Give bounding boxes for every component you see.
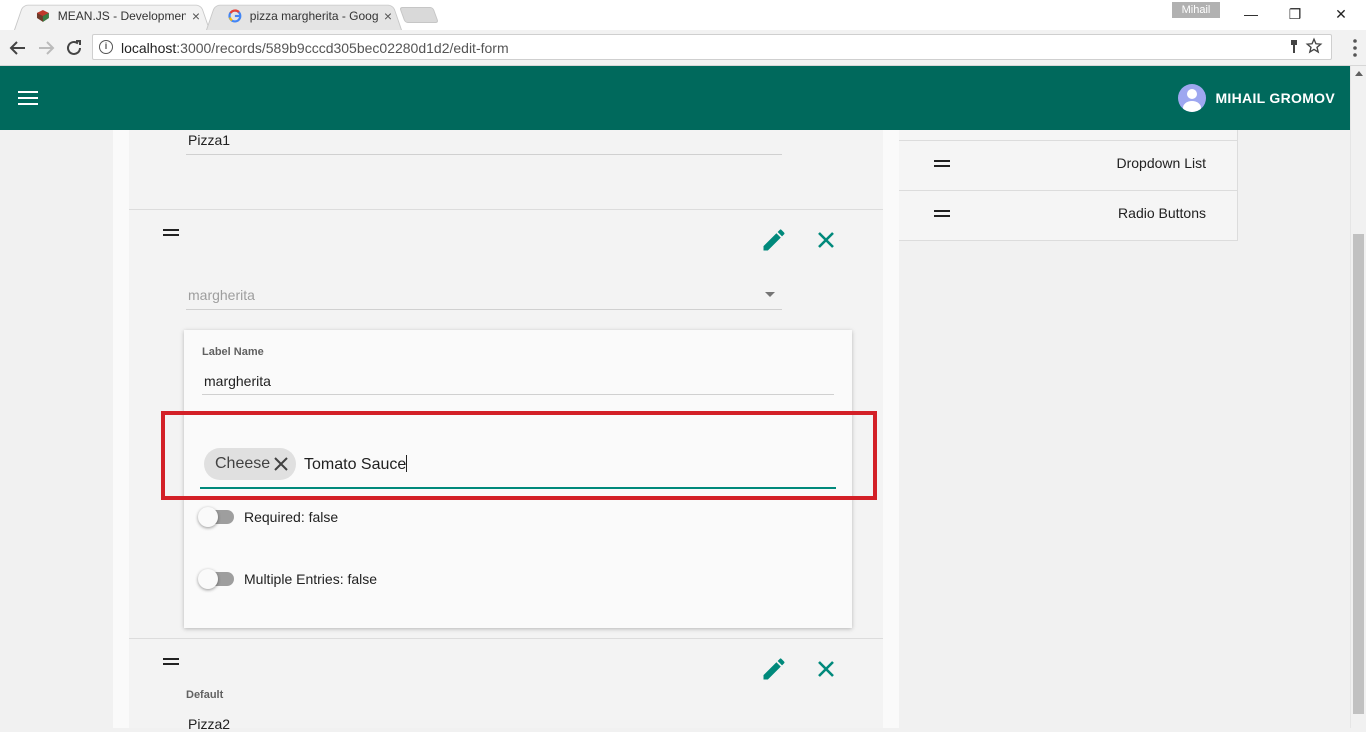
toggle-track[interactable] <box>198 507 234 527</box>
app-toolbar: MIHAIL GROMOV <box>0 66 1350 130</box>
meanjs-favicon-icon <box>36 10 49 22</box>
tab-title: pizza margherita - Googl <box>249 9 378 23</box>
select-underline <box>186 309 782 310</box>
field-divider <box>129 638 883 639</box>
browser-menu-icon[interactable] <box>1352 38 1358 58</box>
drag-handle-icon[interactable] <box>163 658 179 668</box>
key-icon[interactable] <box>1289 39 1299 55</box>
new-tab-button[interactable] <box>399 7 439 23</box>
delete-close-icon[interactable] <box>812 655 840 683</box>
field-select[interactable]: margherita <box>188 287 255 303</box>
tab-title: MEAN.JS - Development <box>57 9 186 23</box>
field-pizza1-value[interactable]: Pizza1 <box>188 132 230 148</box>
scrollbar-thumb[interactable] <box>1353 234 1364 714</box>
drag-handle-icon[interactable] <box>934 160 950 170</box>
reload-icon[interactable] <box>62 36 86 60</box>
field-underline <box>186 154 782 155</box>
multiple-entries-toggle[interactable]: Multiple Entries: false <box>198 569 378 589</box>
menu-icon[interactable] <box>18 91 38 109</box>
bookmark-star-icon[interactable] <box>1305 37 1323 55</box>
url-text[interactable]: localhost:3000/records/589b9cccd305bec02… <box>121 40 509 56</box>
label-name-caption: Label Name <box>202 346 264 358</box>
annotation-highlight-box <box>161 411 877 500</box>
default-caption: Default <box>186 689 224 701</box>
drag-handle-icon[interactable] <box>163 229 179 239</box>
tab-close-icon[interactable]: × <box>384 8 392 24</box>
restore-icon[interactable]: ❐ <box>1272 2 1318 26</box>
palette-border <box>1237 130 1238 241</box>
address-bar[interactable]: i localhost:3000/records/589b9cccd305bec… <box>92 34 1332 60</box>
dropdown-arrow-icon[interactable] <box>765 292 775 297</box>
forward-arrow-icon[interactable] <box>34 36 58 60</box>
palette-item-radio-buttons[interactable]: Radio Buttons <box>899 190 1237 240</box>
tab-close-icon[interactable]: × <box>192 8 200 24</box>
drag-handle-icon[interactable] <box>934 210 950 220</box>
site-info-icon[interactable]: i <box>99 40 113 54</box>
toggle-knob[interactable] <box>198 507 218 527</box>
palette-divider <box>899 240 1237 241</box>
toggle-knob[interactable] <box>198 569 218 589</box>
required-label: Required: false <box>244 509 339 525</box>
default-value-input[interactable]: Pizza2 <box>188 716 230 732</box>
minimize-icon[interactable]: — <box>1228 2 1274 26</box>
google-favicon-icon <box>228 9 242 23</box>
toggle-track[interactable] <box>198 569 234 589</box>
browser-tabstrip: MEAN.JS - Development × pizza margherita… <box>0 0 1366 30</box>
user-menu[interactable]: MIHAIL GROMOV <box>1178 84 1335 112</box>
edit-pencil-icon[interactable] <box>760 655 788 683</box>
field-divider <box>129 209 883 210</box>
required-toggle[interactable]: Required: false <box>198 507 339 527</box>
user-name: MIHAIL GROMOV <box>1215 90 1335 106</box>
avatar <box>1178 84 1207 112</box>
window-close-icon[interactable]: ✕ <box>1318 2 1364 26</box>
delete-close-icon[interactable] <box>812 226 840 254</box>
back-arrow-icon[interactable] <box>6 36 30 60</box>
palette-item-label: Radio Buttons <box>1118 205 1206 221</box>
profile-button[interactable]: Mihail <box>1172 2 1220 18</box>
browser-tab-active[interactable]: MEAN.JS - Development × <box>14 2 210 30</box>
page-scrollbar[interactable] <box>1350 66 1366 728</box>
browser-toolbar: i localhost:3000/records/589b9cccd305bec… <box>0 30 1366 66</box>
scroll-up-arrow-icon[interactable] <box>1355 71 1363 76</box>
multiple-entries-label: Multiple Entries: false <box>244 571 378 587</box>
browser-tab-google[interactable]: pizza margherita - Googl × <box>206 2 402 30</box>
edit-pencil-icon[interactable] <box>760 226 788 254</box>
label-underline <box>202 394 834 395</box>
label-name-input[interactable]: margherita <box>204 373 271 389</box>
palette-item-dropdown-list[interactable]: Dropdown List <box>899 140 1237 190</box>
palette-item-label: Dropdown List <box>1116 155 1207 171</box>
